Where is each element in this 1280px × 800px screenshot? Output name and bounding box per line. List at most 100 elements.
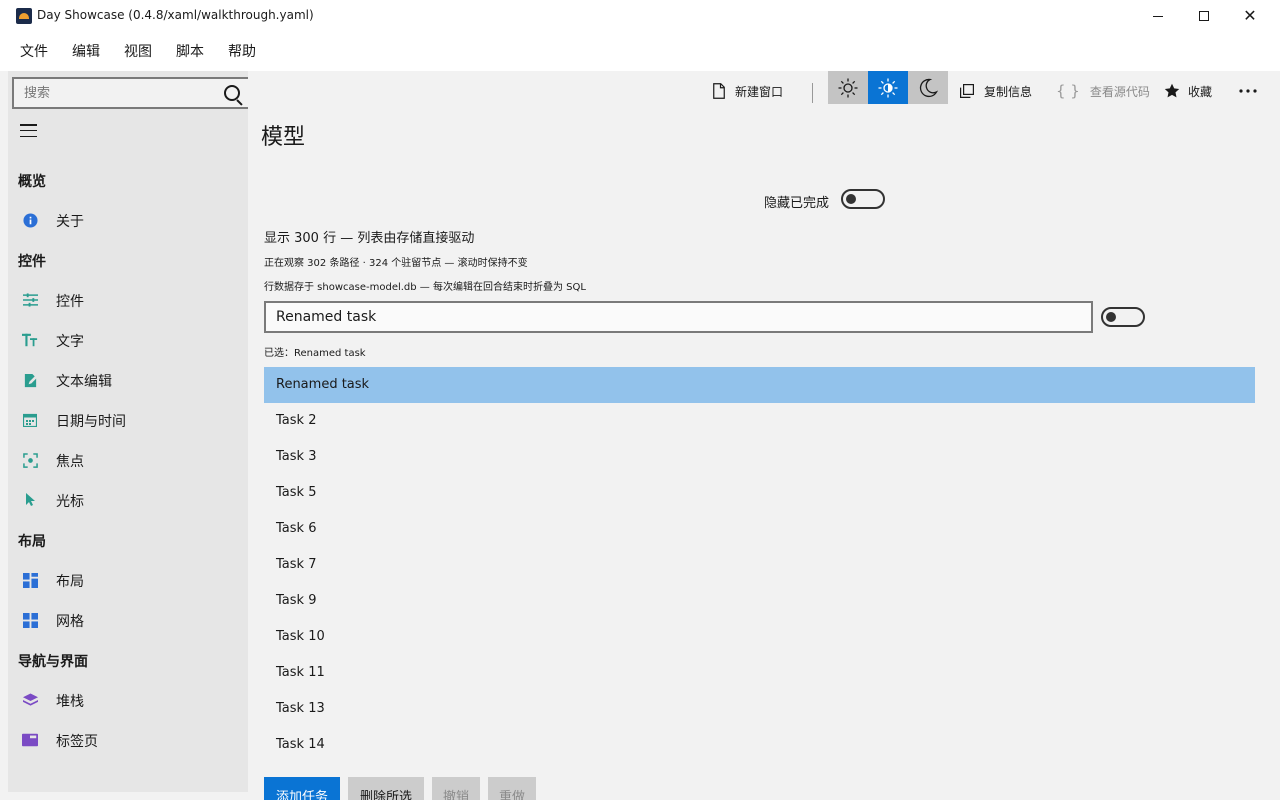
info-icon — [22, 212, 38, 228]
sidebar-item-label: 标签页 — [56, 734, 98, 750]
tabs-icon — [22, 732, 38, 748]
favorite-label: 收藏 — [1188, 84, 1213, 99]
minimize-button[interactable] — [1135, 0, 1181, 32]
section-title-layout: 布局 — [18, 534, 46, 550]
sidebar-item-label: 关于 — [56, 214, 84, 230]
task-name-input[interactable] — [264, 301, 1093, 333]
view-source-button[interactable]: { } 查看源代码 — [1056, 75, 1150, 107]
add-task-button[interactable]: 添加任务 — [264, 777, 340, 800]
moon-icon — [919, 78, 938, 97]
list-item[interactable]: Task 2 — [264, 403, 1255, 439]
selected-label: 已选：Renamed task — [264, 348, 366, 359]
grid-icon — [22, 612, 38, 628]
list-item[interactable]: Task 11 — [264, 655, 1255, 691]
hide-completed-label: 隐藏已完成 — [764, 196, 830, 211]
menu-bar: 文件 编辑 视图 脚本 帮助 — [0, 32, 1280, 71]
menu-view[interactable]: 视图 — [124, 41, 152, 61]
sidebar-item-controls[interactable]: 控件 — [8, 280, 248, 320]
sidebar-item-text-editing[interactable]: 文本编辑 — [8, 360, 248, 400]
hide-completed-toggle[interactable] — [841, 189, 885, 209]
sliders-icon — [22, 292, 38, 308]
star-icon — [1164, 83, 1180, 98]
delete-selected-button[interactable]: 删除所选 — [348, 777, 424, 800]
sidebar-item-label: 文字 — [56, 334, 84, 350]
close-button[interactable]: ✕ — [1227, 0, 1273, 32]
app-logo-icon — [16, 8, 32, 24]
view-source-label: 查看源代码 — [1089, 84, 1150, 99]
redo-button[interactable]: 重做 — [488, 777, 536, 800]
close-icon: ✕ — [1243, 6, 1257, 25]
text-icon — [22, 332, 38, 348]
storage-note-text: 行数据存于 showcase-model.db — 每次编辑在回合结束时折叠为 … — [264, 282, 586, 293]
menu-script[interactable]: 脚本 — [176, 41, 204, 61]
more-icon — [1239, 89, 1257, 93]
title-bar: Day Showcase (0.4.8/xaml/walkthrough.yam… — [0, 0, 1280, 32]
focus-icon — [22, 452, 38, 468]
sidebar-item-label: 控件 — [56, 294, 84, 310]
copy-info-button[interactable]: 复制信息 — [960, 75, 1032, 107]
list-item[interactable]: Task 9 — [264, 583, 1255, 619]
page-title: 模型 — [261, 125, 306, 150]
hamburger-menu-icon[interactable] — [20, 124, 37, 137]
dark-theme-button[interactable] — [908, 71, 948, 104]
maximize-icon — [1199, 11, 1209, 21]
section-title-navigation: 导航与界面 — [18, 654, 88, 670]
main-content: 模型 隐藏已完成 显示 300 行 — 列表由存储直接驱动 正在观察 302 条… — [248, 111, 1280, 800]
sidebar-item-label: 堆栈 — [56, 694, 84, 710]
sidebar-item-grid[interactable]: 网格 — [8, 600, 248, 640]
cursor-icon — [22, 492, 38, 508]
auto-theme-button[interactable] — [868, 71, 908, 104]
sidebar-item-label: 网格 — [56, 614, 84, 630]
minimize-icon — [1153, 15, 1163, 17]
code-braces-icon: { } — [1056, 82, 1080, 100]
list-item[interactable]: Task 7 — [264, 547, 1255, 583]
sidebar-item-date-time[interactable]: 日期与时间 — [8, 400, 248, 440]
layout-icon — [22, 572, 38, 588]
window-title: Day Showcase (0.4.8/xaml/walkthrough.yam… — [37, 8, 314, 22]
list-item[interactable]: Task 6 — [264, 511, 1255, 547]
maximize-button[interactable] — [1181, 0, 1227, 32]
search-input[interactable] — [14, 79, 214, 107]
search-icon[interactable] — [224, 85, 240, 101]
sidebar-item-focus[interactable]: 焦点 — [8, 440, 248, 480]
list-item[interactable]: Renamed task — [264, 367, 1255, 403]
sidebar-item-label: 文本编辑 — [56, 374, 112, 390]
menu-file[interactable]: 文件 — [20, 41, 48, 61]
sidebar-item-about[interactable]: 关于 — [8, 200, 248, 240]
menu-help[interactable]: 帮助 — [228, 41, 256, 61]
favorite-button[interactable]: 收藏 — [1164, 75, 1212, 107]
light-theme-button[interactable] — [828, 71, 868, 104]
summary-text: 显示 300 行 — 列表由存储直接驱动 — [264, 231, 475, 246]
toolbar-divider — [812, 83, 813, 103]
sidebar: 概览 关于 控件 控件 文字 文本编辑 日期与时间 焦点 — [8, 71, 251, 792]
search-box[interactable] — [12, 77, 251, 109]
sidebar-item-layout[interactable]: 布局 — [8, 560, 248, 600]
list-item[interactable]: Task 10 — [264, 619, 1255, 655]
list-item[interactable]: Task 13 — [264, 691, 1255, 727]
sidebar-item-label: 光标 — [56, 494, 84, 510]
calendar-icon — [22, 412, 38, 428]
sidebar-item-text[interactable]: 文字 — [8, 320, 248, 360]
new-window-label: 新建窗口 — [735, 84, 784, 99]
edit-icon — [22, 372, 38, 388]
undo-button[interactable]: 撤销 — [432, 777, 480, 800]
sidebar-item-tabs[interactable]: 标签页 — [8, 720, 248, 760]
list-item[interactable]: Task 3 — [264, 439, 1255, 475]
auto-brightness-icon — [878, 78, 898, 97]
list-item[interactable]: Task 14 — [264, 727, 1255, 763]
more-options-button[interactable] — [1236, 75, 1260, 107]
sidebar-item-stack[interactable]: 堆栈 — [8, 680, 248, 720]
document-icon — [713, 83, 725, 99]
new-window-button[interactable]: 新建窗口 — [713, 75, 783, 107]
list-item[interactable]: Task 5 — [264, 475, 1255, 511]
toolbar: 新建窗口 复制信息 { } 查看源代码 收藏 — [248, 71, 1280, 111]
copy-info-label: 复制信息 — [984, 84, 1033, 99]
sun-icon — [838, 78, 858, 97]
sidebar-item-label: 日期与时间 — [56, 414, 126, 430]
edit-mode-toggle[interactable] — [1101, 307, 1145, 327]
sidebar-item-label: 焦点 — [56, 454, 84, 470]
sidebar-item-cursor[interactable]: 光标 — [8, 480, 248, 520]
copy-icon — [960, 84, 974, 98]
section-title-overview: 概览 — [18, 174, 46, 190]
menu-edit[interactable]: 编辑 — [72, 41, 100, 61]
